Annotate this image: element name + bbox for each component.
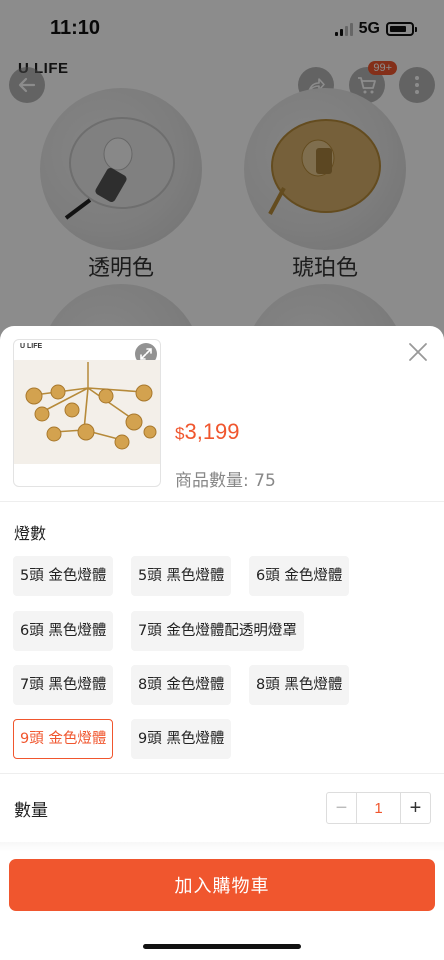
stock-count: 商品數量: 75: [175, 471, 276, 491]
close-icon[interactable]: [408, 342, 428, 362]
quantity-stepper: − 1 +: [326, 792, 431, 824]
product-thumbnail[interactable]: U LIFE: [13, 339, 161, 487]
add-to-cart-button[interactable]: 加入購物車: [9, 859, 435, 911]
option-chip[interactable]: 8頭 金色燈體: [131, 665, 232, 705]
option-chip[interactable]: 7頭 黑色燈體: [13, 665, 114, 705]
footer-shade: [0, 842, 444, 852]
option-chip[interactable]: 6頭 黑色燈體: [13, 611, 114, 651]
option-chip-selected[interactable]: 9頭 金色燈體: [13, 719, 114, 759]
chandelier-image: [14, 360, 160, 464]
divider: [0, 773, 444, 774]
option-chip[interactable]: 6頭 金色燈體: [249, 556, 350, 596]
option-chip[interactable]: 5頭 金色燈體: [13, 556, 114, 596]
divider: [0, 501, 444, 502]
option-group-title: 燈數: [14, 524, 47, 543]
home-indicator[interactable]: [143, 944, 301, 949]
increase-quantity-button[interactable]: +: [400, 793, 430, 823]
price-amount: 3,199: [184, 419, 240, 444]
option-chip[interactable]: 5頭 黑色燈體: [131, 556, 232, 596]
option-chip[interactable]: 8頭 黑色燈體: [249, 665, 350, 705]
variant-sheet: U LIFE $3,199 商品數量: 75 燈數 5頭 金色燈體 5頭 黑色燈…: [0, 326, 444, 960]
quantity-input[interactable]: 1: [357, 793, 400, 823]
option-chip[interactable]: 7頭 金色燈體配透明燈罩: [131, 611, 304, 651]
decrease-quantity-button[interactable]: −: [327, 793, 357, 823]
price: $3,199: [175, 419, 240, 445]
option-chip[interactable]: 9頭 黑色燈體: [131, 719, 232, 759]
quantity-label: 數量: [14, 801, 48, 821]
